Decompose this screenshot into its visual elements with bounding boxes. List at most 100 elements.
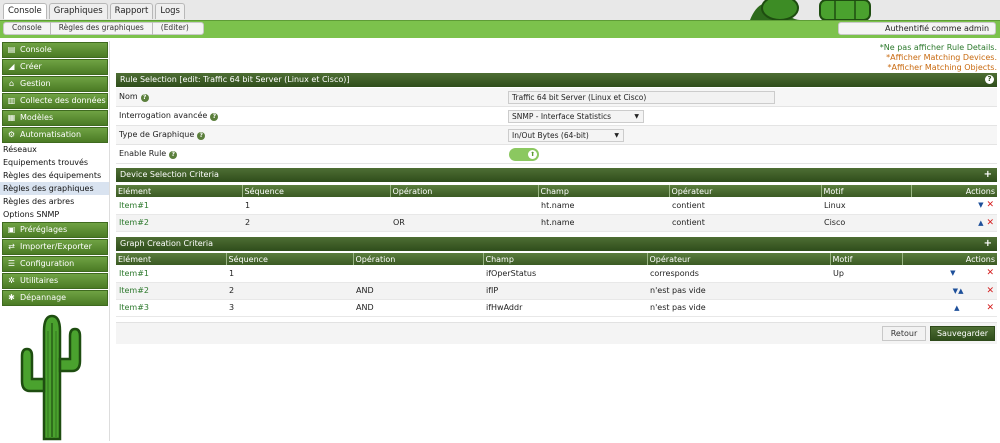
item-link[interactable]: Item#2 (119, 218, 149, 227)
preset-icon: ▣ (7, 225, 16, 234)
add-device-criteria-plus-icon[interactable]: + (984, 168, 992, 182)
detail-links: *Ne pas afficher Rule Details. *Afficher… (880, 43, 997, 73)
cell-op (353, 265, 483, 283)
enable-rule-toggle[interactable]: ⬆ (509, 148, 539, 161)
col-field[interactable]: Champ (537, 185, 669, 197)
sidebar-item-discovered[interactable]: Equipements trouvés (0, 156, 109, 169)
col-element[interactable]: Elément (116, 253, 226, 265)
sidebar-item-tree-rules[interactable]: Règles des arbres (0, 195, 109, 208)
table-row: Item#1 1 ht.name contient Linux ▼ ✕ (116, 197, 997, 215)
table-row: Item#1 1 ifOperStatus corresponds Up ▼ ✕ (116, 265, 997, 283)
item-link[interactable]: Item#2 (119, 286, 149, 295)
enable-label: Enable Rule (119, 149, 167, 158)
col-operation[interactable]: Opération (352, 253, 483, 265)
menu-label: Modèles (20, 113, 54, 122)
query-select[interactable]: SNMP - Interface Statistics ▼ (508, 110, 644, 123)
menu-utilities[interactable]: ✲ Utilitaires (2, 273, 108, 289)
tab-console[interactable]: Console (3, 3, 47, 19)
back-button[interactable]: Retour (882, 326, 926, 341)
delete-icon[interactable]: ✕ (986, 200, 994, 210)
cell-operator: contient (669, 197, 821, 215)
move-up-icon[interactable]: ▲ (978, 219, 983, 227)
breadcrumb: Console Règles des graphiques (Editer) (3, 22, 204, 35)
delete-icon[interactable]: ✕ (986, 303, 994, 313)
cell-pattern: Cisco (821, 214, 911, 232)
query-label: Interrogation avancée (119, 111, 208, 120)
database-icon: ▥ (7, 96, 16, 105)
device-criteria-title: Device Selection Criteria (120, 170, 219, 179)
cell-field: ht.name (538, 214, 669, 232)
sidebar-item-graph-rules[interactable]: Règles des graphiques (0, 182, 109, 195)
menu-console[interactable]: ▤ Console (2, 42, 108, 58)
move-down-icon[interactable]: ▼ (978, 201, 983, 209)
query-value: SNMP - Interface Statistics (512, 112, 612, 121)
col-operation[interactable]: Opération (389, 185, 538, 197)
sidebar-item-device-rules[interactable]: Règles des équipements (0, 169, 109, 182)
table-row: Item#3 3 AND ifHwAddr n'est pas vide ▲ ✕ (116, 299, 997, 317)
menu-data-collection[interactable]: ▥ Collecte des données (2, 93, 108, 109)
col-field[interactable]: Champ (482, 253, 647, 265)
menu-manage[interactable]: ⌂ Gestion (2, 76, 108, 92)
graph-type-select[interactable]: In/Out Bytes (64-bit) ▼ (508, 129, 624, 142)
template-icon: ▦ (7, 113, 16, 122)
move-up-icon[interactable]: ▲ (958, 287, 963, 295)
rule-selection-title: Rule Selection [edit: Traffic 64 bit Ser… (120, 75, 350, 84)
cell-seq: 2 (242, 214, 390, 232)
show-matching-objects-link[interactable]: *Afficher Matching Objects. (880, 63, 997, 73)
col-element[interactable]: Elément (116, 185, 242, 197)
crumb-graph-rules[interactable]: Règles des graphiques (51, 22, 153, 35)
hide-rule-details-link[interactable]: *Ne pas afficher Rule Details. (880, 43, 997, 53)
menu-label: Dépannage (20, 293, 67, 302)
menu-import-export[interactable]: ⇄ Importer/Exporter (2, 239, 108, 255)
menu-create[interactable]: ◢ Créer (2, 59, 108, 75)
cell-op: AND (353, 299, 483, 317)
help-icon[interactable]: ? (985, 75, 994, 84)
tab-rapport[interactable]: Rapport (109, 3, 154, 19)
cell-operator: n'est pas vide (647, 282, 830, 300)
move-up-icon[interactable]: ▲ (954, 304, 959, 312)
col-sequence[interactable]: Séquence (241, 185, 390, 197)
name-input[interactable]: Traffic 64 bit Server (Linux et Cisco) (508, 91, 775, 104)
show-matching-devices-link[interactable]: *Afficher Matching Devices. (880, 53, 997, 63)
cell-op: AND (353, 282, 483, 300)
name-label: Nom (119, 92, 138, 101)
cell-field: ht.name (538, 197, 669, 215)
question-icon: ? (197, 132, 206, 140)
col-operator[interactable]: Opérateur (646, 253, 830, 265)
sidebar-item-networks[interactable]: Réseaux (0, 143, 109, 156)
col-sequence[interactable]: Séquence (225, 253, 353, 265)
item-link[interactable]: Item#3 (119, 303, 149, 312)
user-menu[interactable]: Authentifié comme admin (838, 22, 996, 35)
menu-templates[interactable]: ▦ Modèles (2, 110, 108, 126)
sliders-icon: ☰ (7, 259, 16, 268)
delete-icon[interactable]: ✕ (986, 218, 994, 228)
save-button[interactable]: Sauvegarder (930, 326, 995, 341)
tab-graphiques[interactable]: Graphiques (48, 3, 108, 19)
col-pattern[interactable]: Motif (829, 253, 902, 265)
question-icon: ? (210, 113, 219, 121)
move-down-icon[interactable]: ▼ (950, 269, 955, 277)
item-link[interactable]: Item#1 (119, 201, 149, 210)
graph-criteria-table: Elément Séquence Opération Champ Opérate… (116, 253, 997, 317)
delete-icon[interactable]: ✕ (986, 286, 994, 296)
col-pattern[interactable]: Motif (820, 185, 911, 197)
menu-configuration[interactable]: ☰ Configuration (2, 256, 108, 272)
menu-automation[interactable]: ⚙ Automatisation (2, 127, 108, 143)
menu-label: Importer/Exporter (20, 242, 92, 251)
tab-logs[interactable]: Logs (155, 3, 185, 19)
device-criteria-header: Device Selection Criteria + (116, 168, 997, 182)
chevron-down-icon: ▼ (614, 132, 619, 139)
add-graph-criteria-plus-icon[interactable]: + (984, 237, 992, 251)
menu-presets[interactable]: ▣ Préréglages (2, 222, 108, 238)
delete-icon[interactable]: ✕ (986, 268, 994, 278)
graph-type-label: Type de Graphique (119, 130, 195, 139)
item-link[interactable]: Item#1 (119, 269, 149, 278)
sidebar-item-snmp-options[interactable]: Options SNMP (0, 208, 109, 221)
gear-icon: ⚙ (7, 130, 16, 139)
crumb-console[interactable]: Console (4, 22, 51, 35)
menu-label: Préréglages (20, 225, 68, 234)
col-actions: Actions (910, 185, 997, 197)
menu-troubleshooting[interactable]: ✱ Dépannage (2, 290, 108, 306)
col-operator[interactable]: Opérateur (668, 185, 821, 197)
home-icon: ⌂ (8, 79, 15, 88)
